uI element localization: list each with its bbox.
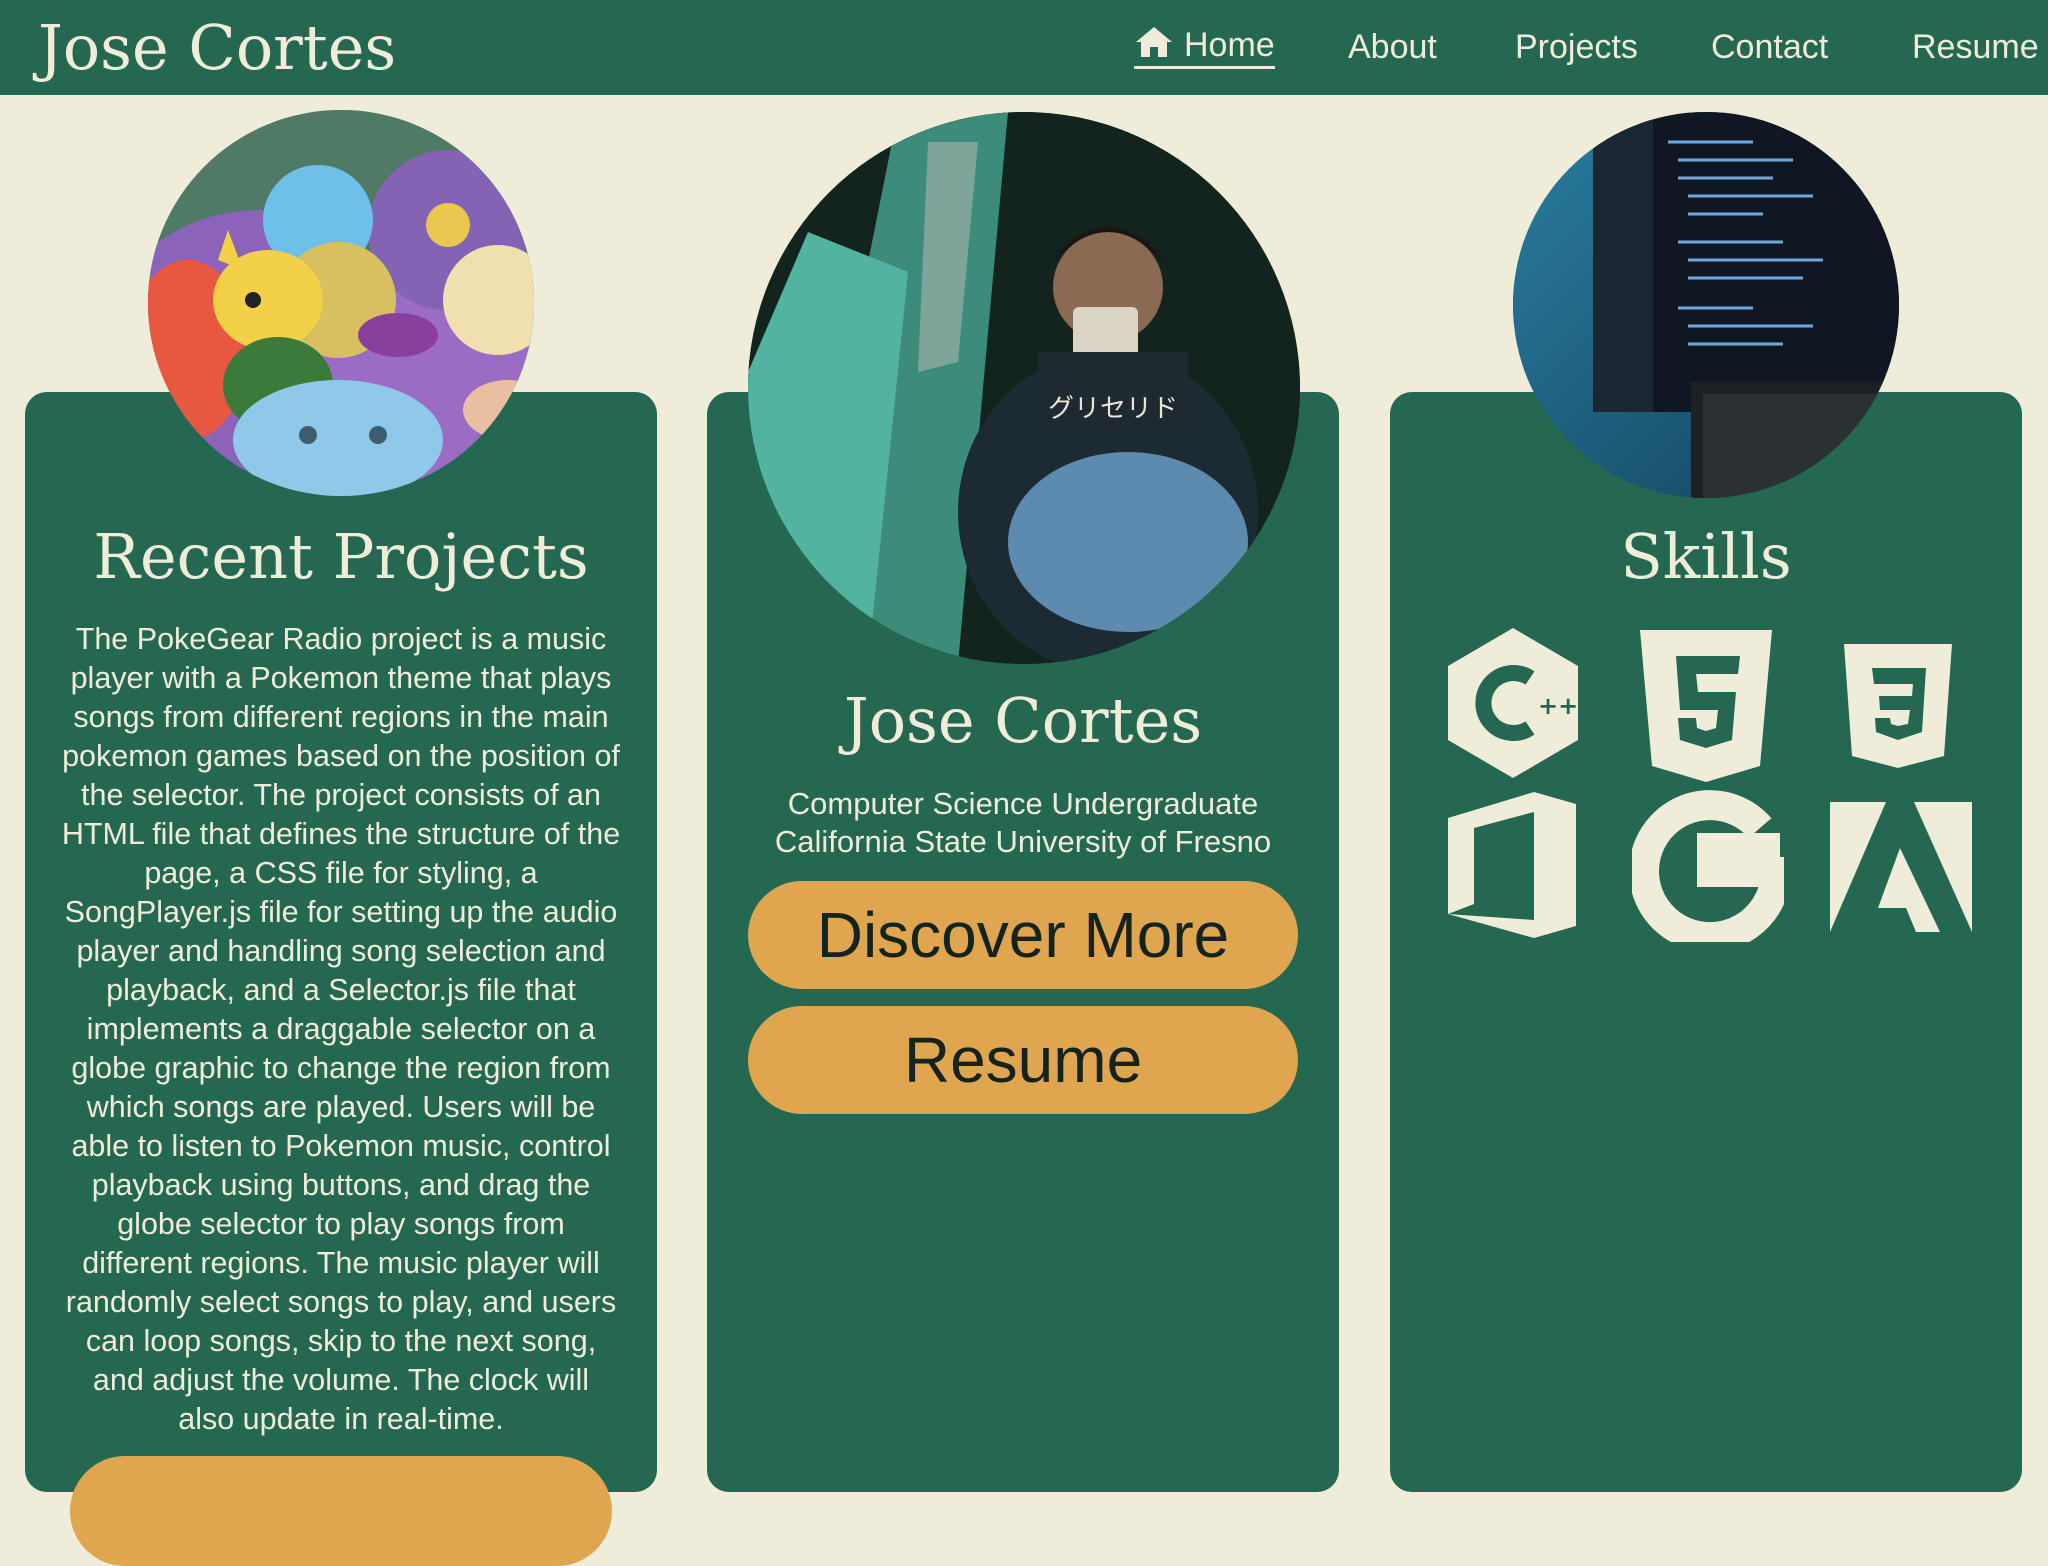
pokemon-illustration xyxy=(148,110,534,496)
nav-link-home[interactable]: Home xyxy=(1134,24,1275,69)
html5-icon xyxy=(1640,630,1772,782)
css3-icon xyxy=(1844,644,1952,768)
profile-subtitle-line1: Computer Science Undergraduate xyxy=(787,786,1259,821)
home-icon xyxy=(1136,27,1172,57)
brand-name[interactable]: Jose Cortes xyxy=(38,6,396,90)
skills-card: Skills ++ xyxy=(1390,392,2022,1492)
profile-photo: グリセリド xyxy=(748,112,1300,664)
svg-text:++: ++ xyxy=(1538,692,1578,720)
google-icon xyxy=(1632,790,1784,942)
code-monitors-photo xyxy=(1513,112,1899,498)
nav-link-label: Home xyxy=(1184,26,1275,64)
nav-link-contact[interactable]: Contact xyxy=(1711,24,1828,70)
profile-name: Jose Cortes xyxy=(843,684,1203,757)
svg-text:グリセリド: グリセリド xyxy=(1048,394,1178,424)
discover-more-button[interactable]: Discover More xyxy=(748,881,1298,989)
projects-title: Recent Projects xyxy=(93,520,589,593)
profile-subtitle-line2: California State University of Fresno xyxy=(774,824,1272,859)
skills-title: Skills xyxy=(1620,520,1792,593)
projects-description: The PokeGear Radio project is a music pl… xyxy=(61,622,621,1436)
nav-link-about[interactable]: About xyxy=(1348,24,1437,70)
projects-card: Recent Projects The PokeGear Radio proje… xyxy=(25,392,657,1566)
cplusplus-icon: ++ xyxy=(1448,628,1578,778)
nav-link-resume[interactable]: Resume xyxy=(1912,24,2039,70)
projects-card-button[interactable] xyxy=(70,1456,612,1566)
resume-button[interactable]: Resume xyxy=(748,1006,1298,1114)
adobe-icon xyxy=(1830,802,1972,932)
navbar: Jose Cortes Home About Projects Contact … xyxy=(0,0,2048,95)
office-icon xyxy=(1448,792,1576,938)
nav-link-projects[interactable]: Projects xyxy=(1515,24,1638,70)
